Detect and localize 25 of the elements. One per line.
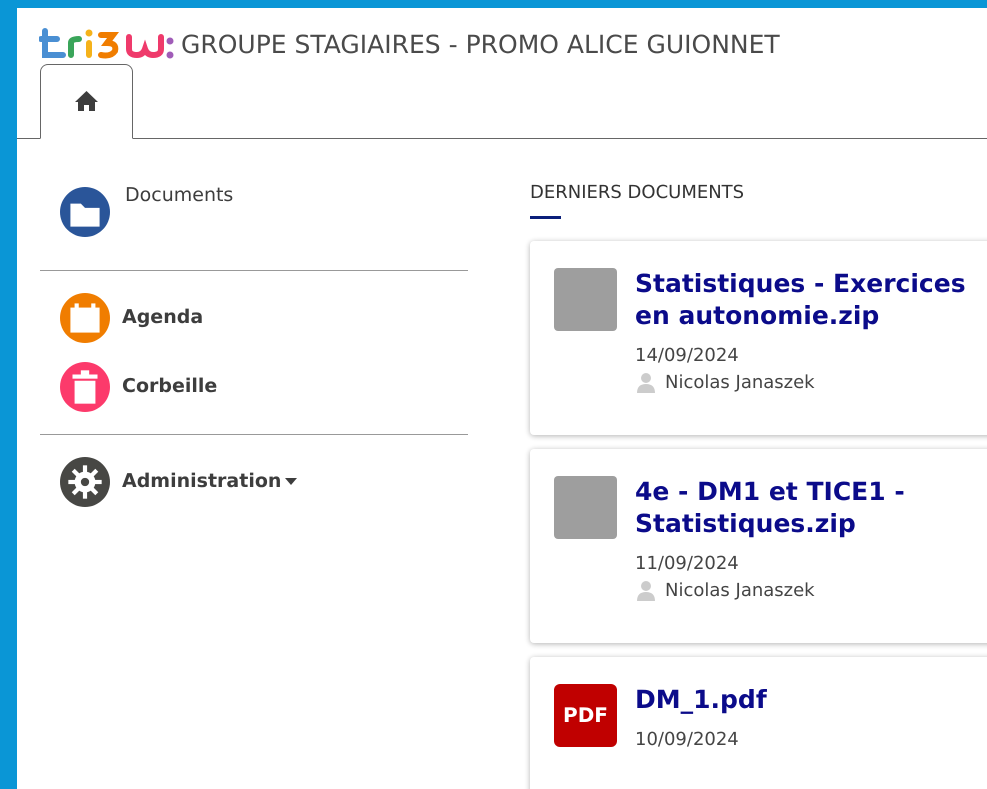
file-thumbnail [554,476,617,538]
document-link[interactable]: 4e - DM1 et TICE1 - Statistiques.zip [635,476,975,540]
home-tab[interactable] [40,64,133,138]
home-icon [74,90,99,112]
file-thumbnail [554,268,617,330]
section-heading: DERNIERS DOCUMENTS [530,180,744,204]
document-card[interactable]: Statistiques - Exercices en autonomie.zip 14/09/2024 Nicolas Janaszek [530,240,987,434]
caret-icon [285,478,298,485]
group-title: GROUPE STAGIAIRES - PROMO ALICE GUIONNET [181,29,780,61]
sidebar-link[interactable]: Corbeille [122,372,218,401]
document-date: 14/09/2024 [635,344,739,368]
document-card[interactable]: PDF DM_1.pdf 10/09/2024 [530,656,987,789]
user-icon [635,371,657,393]
document-author: Nicolas Janaszek [665,370,815,394]
document-date: 11/09/2024 [635,552,739,576]
pdf-file-icon: PDF [554,684,617,746]
document-link[interactable]: DM_1.pdf [635,684,975,716]
user-icon [635,579,657,601]
document-author: Nicolas Janaszek [665,578,815,602]
sidebar-link[interactable]: Documents [125,180,234,209]
document-date: 10/09/2024 [635,728,739,752]
sidebar-link[interactable]: Agenda [122,303,204,332]
sidebar-link[interactable]: Administration [122,467,298,496]
document-link[interactable]: Statistiques - Exercices en autonomie.zip [635,268,975,332]
document-card[interactable]: 4e - DM1 et TICE1 - Statistiques.zip 11/09/2024 Nicolas Janaszek [530,448,987,642]
